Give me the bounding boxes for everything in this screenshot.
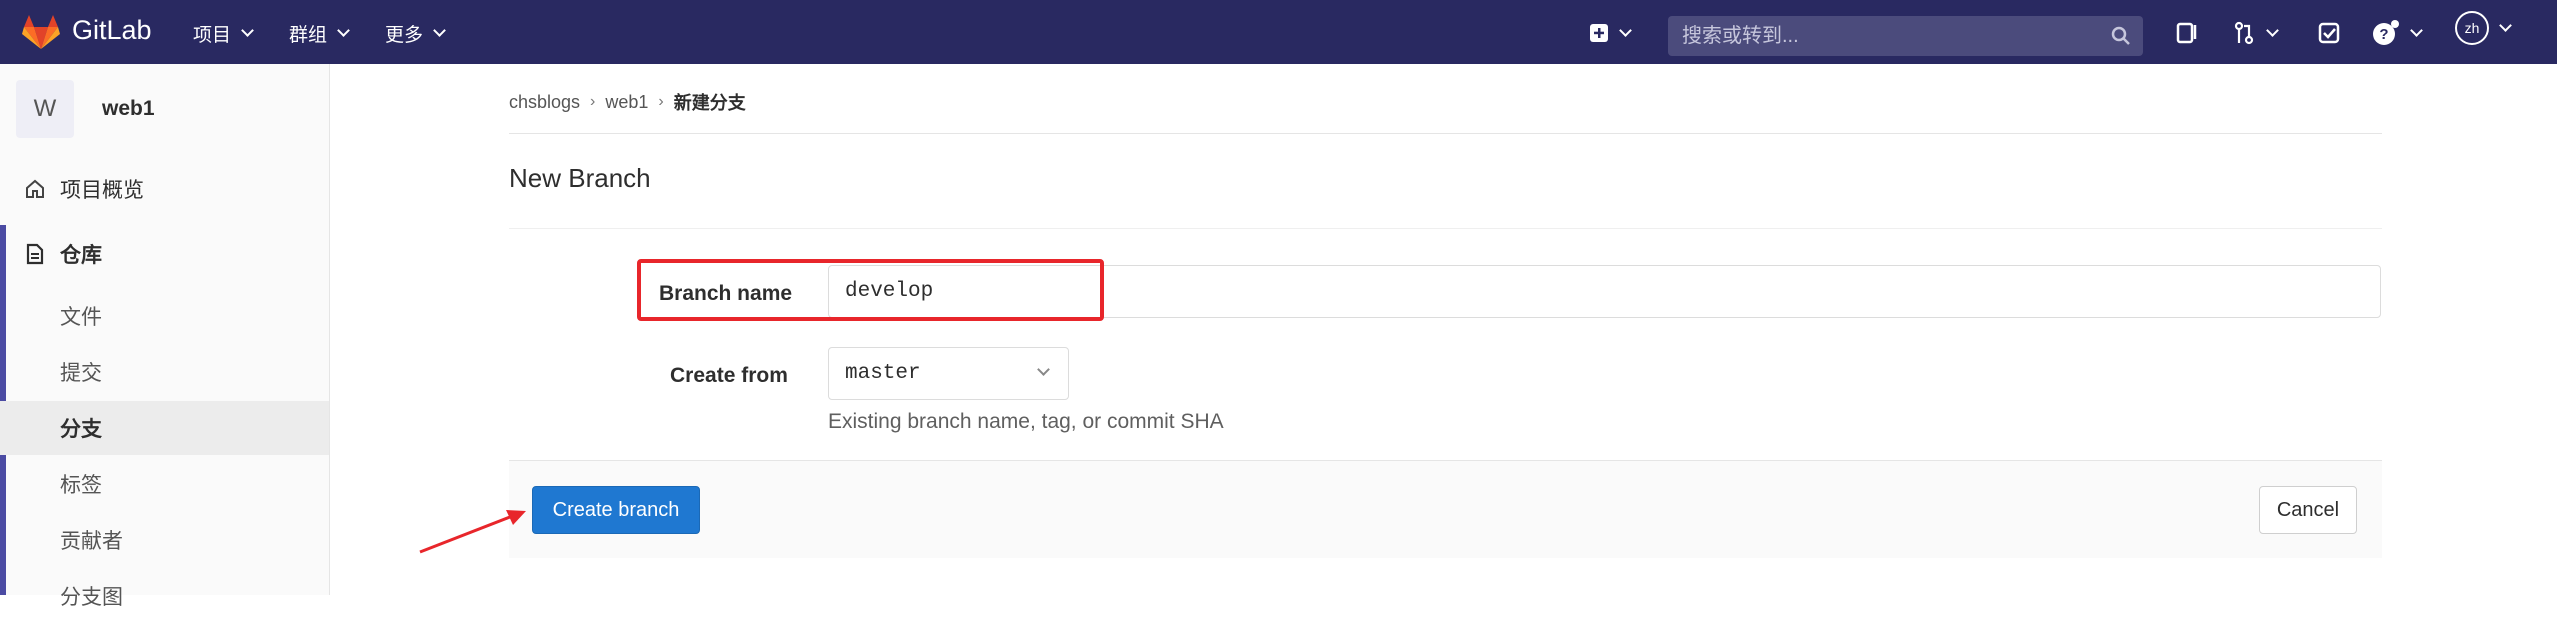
project-name: web1 [102,97,155,120]
annotation-arrow-icon [419,510,526,554]
chevron-down-icon [1619,23,1632,37]
breadcrumb: chsblogs › web1 › 新建分支 [509,89,746,115]
chevron-down-icon [2410,23,2423,37]
project-avatar: W [16,80,74,138]
sidebar-item-repository[interactable]: 仓库 [0,227,329,281]
divider [509,133,2382,134]
todos-nav-button[interactable] [2318,20,2340,46]
breadcrumb-link[interactable]: web1 [605,92,648,113]
svg-text:?: ? [2379,26,2388,43]
create-from-value: master [845,362,921,385]
chevron-down-icon [433,24,446,37]
brand-name[interactable]: GitLab [72,15,152,46]
create-from-help-text: Existing branch name, tag, or commit SHA [828,410,1224,433]
nav-menu-label: 项目 [193,25,232,46]
chevron-down-icon [2266,23,2279,37]
nav-menu-groups[interactable]: 群组 [289,20,350,47]
sidebar-subitem-commits[interactable]: 提交 [0,345,329,399]
nav-menu-label: 群组 [289,25,328,46]
sidebar-item-label: 仓库 [60,244,102,267]
page-title: New Branch [509,163,651,193]
breadcrumb-link[interactable]: chsblogs [509,92,580,113]
sidebar-subitem-files[interactable]: 文件 [0,289,329,343]
cancel-button[interactable]: Cancel [2259,486,2357,534]
sidebar-subitem-contributors[interactable]: 贡献者 [0,513,329,567]
chevron-down-icon [241,24,254,37]
help-icon: ? [2373,20,2399,45]
document-icon [26,243,44,265]
sidebar-subitem-label: 文件 [60,306,102,329]
chevron-down-icon [337,24,350,37]
sidebar-subitem-label: 提交 [60,362,102,385]
search-input[interactable] [1682,24,2102,48]
home-icon [26,179,44,198]
breadcrumb-current: 新建分支 [673,93,746,113]
top-navbar: GitLab 项目 群组 更多 搜索或转到... ? zh [0,0,2557,64]
gitlab-logo-icon[interactable] [22,14,60,50]
search-box [1668,16,2143,56]
sidebar-subitem-tags[interactable]: 标签 [0,457,329,511]
sidebar-item-label: 项目概览 [60,179,144,202]
divider [509,228,2382,229]
user-menu-dropdown[interactable]: zh [2455,11,2512,45]
issues-icon [2176,22,2197,44]
todo-check-icon [2318,22,2340,44]
plus-square-icon [1590,24,1608,42]
create-from-label: Create from [670,364,788,387]
form-actions [509,460,2382,558]
search-icon [2111,26,2130,45]
nav-menu-more[interactable]: 更多 [385,20,446,47]
issues-nav-button[interactable] [2176,20,2198,46]
sidebar-item-project-overview[interactable]: 项目概览 [0,162,329,216]
create-from-dropdown[interactable]: master [828,347,1069,400]
sidebar-subitem-label: 标签 [60,474,102,497]
sidebar-subitem-label: 分支 [60,418,102,441]
nav-menu-projects[interactable]: 项目 [193,20,254,47]
new-item-dropdown[interactable] [1589,20,1632,46]
merge-request-icon [2234,21,2254,45]
sidebar-subitem-graph[interactable]: 分支图 [0,569,329,623]
avatar: zh [2455,11,2489,45]
chevron-right-icon: › [658,93,664,110]
nav-menu-label: 更多 [385,25,424,46]
project-header[interactable]: W web1 [16,80,155,138]
project-sidebar: W web1 项目概览 仓库 文件 提交 分支 标签 贡献者 分支图 [0,64,330,609]
sidebar-subitem-branches[interactable]: 分支 [0,401,329,455]
merge-requests-nav-button[interactable] [2234,20,2279,46]
sidebar-subitem-label: 贡献者 [60,530,123,553]
create-branch-button[interactable]: Create branch [532,486,700,534]
help-dropdown[interactable]: ? [2372,20,2423,46]
chevron-down-icon [2499,18,2512,32]
chevron-down-icon [1037,363,1050,376]
highlight-box [637,259,1104,321]
chevron-right-icon: › [590,93,596,110]
sidebar-subitem-label: 分支图 [60,586,123,609]
